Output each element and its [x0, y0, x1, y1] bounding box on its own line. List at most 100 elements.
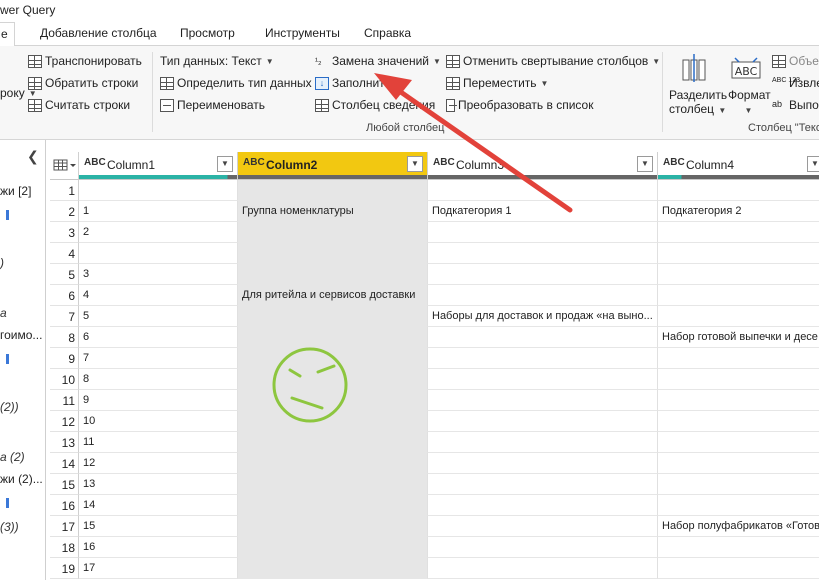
table-cell[interactable]: 11	[79, 432, 238, 453]
split-column-button[interactable]: Разделить столбец ▼	[669, 88, 727, 118]
column-header-3[interactable]: ABC Column3 ▼	[428, 152, 658, 180]
table-cell[interactable]	[658, 306, 819, 327]
tab-tools[interactable]: Инструменты	[265, 26, 340, 40]
table-cell[interactable]: 3	[79, 264, 238, 285]
table-cell[interactable]	[658, 243, 819, 264]
query-item[interactable]: гоимо...	[0, 328, 42, 342]
rename-button[interactable]: Переименовать	[160, 98, 265, 112]
tab-home[interactable]: е	[0, 22, 15, 47]
data-type-dropdown[interactable]: Тип данных: Текст ▼	[160, 54, 274, 68]
table-cell[interactable]	[238, 453, 428, 474]
filter-dropdown-icon[interactable]: ▼	[637, 156, 653, 172]
table-cell[interactable]	[658, 411, 819, 432]
table-cell[interactable]: 10	[79, 411, 238, 432]
table-cell[interactable]	[658, 432, 819, 453]
move-button[interactable]: Переместить ▼	[446, 76, 548, 90]
table-cell[interactable]	[658, 495, 819, 516]
text-type-icon[interactable]: ABC	[243, 157, 265, 168]
table-cell[interactable]	[658, 222, 819, 243]
table-cell[interactable]: 7	[79, 348, 238, 369]
unpivot-button[interactable]: Отменить свертывание столбцов ▼	[446, 54, 660, 68]
query-item[interactable]: (3))	[0, 520, 19, 534]
query-item[interactable]: (2))	[0, 400, 19, 414]
table-cell[interactable]: 16	[79, 537, 238, 558]
row-number[interactable]: 13	[50, 432, 79, 453]
row-number[interactable]: 12	[50, 411, 79, 432]
table-cell[interactable]	[238, 180, 428, 201]
tab-view[interactable]: Просмотр	[180, 26, 235, 40]
table-cell[interactable]	[428, 369, 658, 390]
table-cell[interactable]	[658, 474, 819, 495]
table-cell[interactable]: 15	[79, 516, 238, 537]
filter-dropdown-icon[interactable]: ▼	[217, 156, 233, 172]
table-cell[interactable]: Группа номенклатуры	[238, 201, 428, 222]
query-item[interactable]: а	[0, 306, 7, 320]
fill-button[interactable]: ↓ Заполнить ▼	[315, 76, 403, 90]
table-cell[interactable]	[428, 264, 658, 285]
table-cell[interactable]	[238, 516, 428, 537]
table-cell[interactable]	[238, 264, 428, 285]
pivot-column-button[interactable]: Столбец сведения	[315, 98, 435, 112]
table-cell[interactable]	[428, 390, 658, 411]
table-cell[interactable]	[79, 243, 238, 264]
table-cell[interactable]: Набор готовой выпечки и десе	[658, 327, 819, 348]
table-cell[interactable]: 8	[79, 369, 238, 390]
reverse-rows-button[interactable]: Обратить строки	[28, 76, 138, 90]
filter-dropdown-icon[interactable]: ▼	[807, 156, 819, 172]
table-cell[interactable]: 14	[79, 495, 238, 516]
table-cell[interactable]	[428, 180, 658, 201]
query-item[interactable]: а (2)	[0, 450, 25, 464]
row-number[interactable]: 6	[50, 285, 79, 306]
table-cell[interactable]	[428, 327, 658, 348]
column-header-1[interactable]: ABC Column1 ▼	[79, 152, 238, 180]
query-item[interactable]: жи [2]	[0, 184, 31, 198]
table-cell[interactable]	[428, 348, 658, 369]
table-cell[interactable]	[238, 222, 428, 243]
table-cell[interactable]	[428, 495, 658, 516]
detect-type-button[interactable]: Определить тип данных	[160, 76, 312, 90]
table-cell[interactable]	[238, 558, 428, 579]
parse-button[interactable]: ab Выпо	[772, 98, 819, 112]
tab-add-column[interactable]: Добавление столбца	[40, 26, 157, 40]
table-cell[interactable]	[658, 369, 819, 390]
table-cell[interactable]	[658, 348, 819, 369]
table-cell[interactable]	[428, 411, 658, 432]
table-cell[interactable]	[238, 348, 428, 369]
table-cell[interactable]	[79, 180, 238, 201]
table-cell[interactable]: 5	[79, 306, 238, 327]
table-cell[interactable]	[658, 537, 819, 558]
table-cell[interactable]	[428, 537, 658, 558]
table-cell[interactable]: 1	[79, 201, 238, 222]
table-cell[interactable]	[238, 243, 428, 264]
row-number[interactable]: 7	[50, 306, 79, 327]
table-cell[interactable]	[238, 390, 428, 411]
tab-help[interactable]: Справка	[364, 26, 411, 40]
table-cell[interactable]	[428, 453, 658, 474]
query-item[interactable]: )	[0, 256, 4, 270]
extract-button[interactable]: ABC 123 Извле	[772, 76, 819, 90]
query-item[interactable]: жи (2)...	[0, 472, 43, 486]
row-number[interactable]: 15	[50, 474, 79, 495]
table-cell[interactable]: 6	[79, 327, 238, 348]
table-cell[interactable]	[428, 222, 658, 243]
table-cell[interactable]	[658, 558, 819, 579]
row-number[interactable]: 10	[50, 369, 79, 390]
row-number[interactable]: 3	[50, 222, 79, 243]
table-cell[interactable]: Наборы для доставок и продаж «на выно...	[428, 306, 658, 327]
table-cell[interactable]	[428, 558, 658, 579]
table-cell[interactable]	[428, 432, 658, 453]
table-cell[interactable]	[238, 432, 428, 453]
row-number[interactable]: 19	[50, 558, 79, 579]
table-cell[interactable]: 9	[79, 390, 238, 411]
table-cell[interactable]: 13	[79, 474, 238, 495]
collapse-panel-icon[interactable]: ❮	[27, 148, 39, 165]
table-cell[interactable]: 2	[79, 222, 238, 243]
text-type-icon[interactable]: ABC	[663, 157, 685, 168]
replace-values-button[interactable]: ¹₂ Замена значений ▼	[315, 54, 441, 68]
row-number[interactable]: 4	[50, 243, 79, 264]
to-list-button[interactable]: Преобразовать в список	[446, 98, 593, 112]
row-number[interactable]: 16	[50, 495, 79, 516]
table-cell[interactable]	[238, 369, 428, 390]
table-cell[interactable]: Подкатегория 1	[428, 201, 658, 222]
table-cell[interactable]	[428, 516, 658, 537]
